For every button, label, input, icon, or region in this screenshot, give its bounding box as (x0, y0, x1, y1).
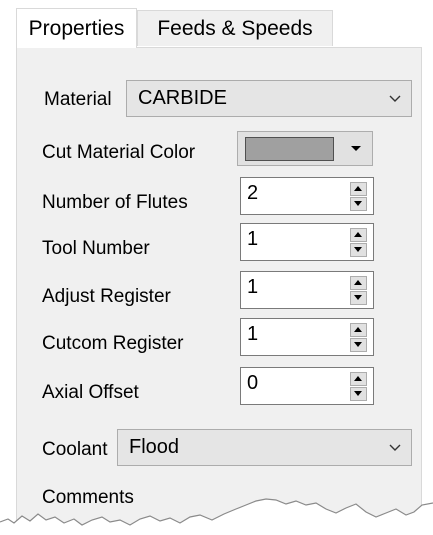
coolant-select[interactable]: Flood (117, 429, 412, 466)
spin-up-icon[interactable] (350, 372, 367, 386)
adjust-register-value: 1 (247, 276, 259, 298)
spin-down-icon[interactable] (350, 387, 367, 401)
tool-number-label: Tool Number (42, 238, 150, 259)
tab-strip: Properties Feeds & Speeds (0, 0, 433, 50)
color-swatch (245, 137, 334, 161)
material-label: Material (44, 89, 112, 110)
cutcom-register-stepper[interactable]: 1 (240, 318, 374, 356)
number-of-flutes-label: Number of Flutes (42, 192, 188, 213)
cut-material-color-label: Cut Material Color (42, 142, 196, 163)
axial-offset-value: 0 (247, 372, 259, 394)
adjust-register-label: Adjust Register (42, 286, 171, 307)
spin-up-icon[interactable] (350, 228, 367, 242)
spin-down-icon[interactable] (350, 243, 367, 257)
spin-up-icon[interactable] (350, 276, 367, 290)
axial-offset-stepper[interactable]: 0 (240, 367, 374, 405)
properties-panel: Material CARBIDE Cut Material Color Numb… (16, 47, 422, 535)
tab-properties[interactable]: Properties (16, 8, 137, 48)
spin-down-icon[interactable] (350, 197, 367, 211)
cutcom-register-value: 1 (247, 323, 259, 345)
material-value: CARBIDE (138, 87, 227, 109)
chevron-down-icon (389, 95, 401, 102)
number-of-flutes-stepper[interactable]: 2 (240, 177, 374, 215)
tab-feeds-speeds[interactable]: Feeds & Speeds (137, 10, 333, 46)
number-of-flutes-value: 2 (247, 182, 259, 204)
spin-up-icon[interactable] (350, 182, 367, 196)
adjust-register-stepper[interactable]: 1 (240, 271, 374, 309)
tool-number-stepper[interactable]: 1 (240, 223, 374, 261)
tool-number-value: 1 (247, 228, 259, 250)
spin-down-icon[interactable] (350, 338, 367, 352)
triangle-down-icon (351, 146, 361, 151)
torn-edge-decoration (0, 498, 433, 535)
axial-offset-label: Axial Offset (42, 382, 139, 403)
material-select[interactable]: CARBIDE (126, 80, 412, 117)
coolant-value: Flood (129, 436, 180, 458)
cutcom-register-label: Cutcom Register (42, 333, 184, 354)
spin-down-icon[interactable] (350, 291, 367, 305)
spin-up-icon[interactable] (350, 323, 367, 337)
chevron-down-icon (389, 444, 401, 451)
coolant-label: Coolant (42, 439, 108, 460)
cut-material-color-picker[interactable] (237, 131, 373, 166)
